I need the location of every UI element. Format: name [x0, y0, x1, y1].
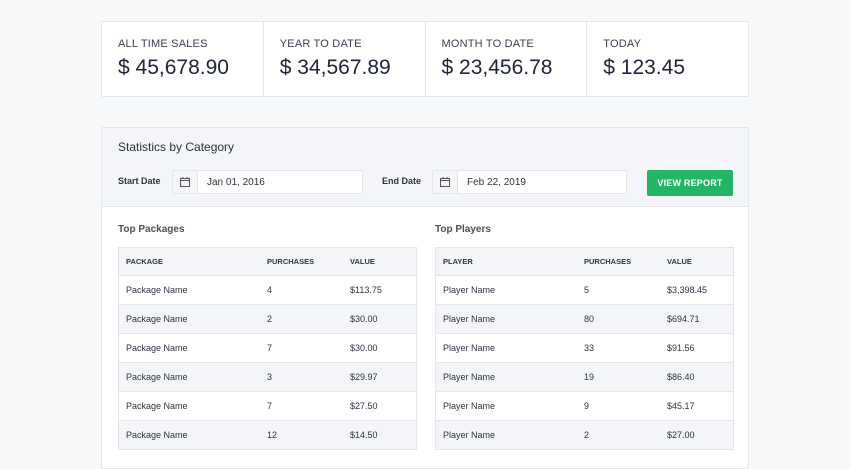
player-name-cell: Player Name [443, 401, 496, 411]
package-name-cell: Package Name [126, 430, 188, 440]
value-cell: $29.97 [350, 372, 378, 382]
top-players-table: PLAYER PURCHASES VALUE Player Name 5 $3,… [435, 247, 734, 450]
purchases-cell: 12 [267, 430, 278, 440]
value-cell: $694.71 [667, 314, 700, 324]
package-name-cell: Package Name [126, 343, 188, 353]
purchases-cell: 19 [584, 372, 595, 382]
purchases-cell: 2 [584, 430, 590, 440]
column-header: PURCHASES [584, 257, 632, 266]
panel-title: Statistics by Category [118, 140, 235, 154]
purchases-cell: 3 [267, 372, 273, 382]
player-name-cell: Player Name [443, 343, 496, 353]
top-packages-table: PACKAGE PURCHASES VALUE Package Name 4 $… [118, 247, 417, 450]
purchases-cell: 2 [267, 314, 273, 324]
statistics-panel: Statistics by Category Start Date Jan 01… [101, 127, 749, 469]
package-name-cell: Package Name [126, 314, 188, 324]
stat-month-to-date: MONTH TO DATE $ 23,456.78 [426, 22, 588, 96]
value-cell: $113.75 [350, 285, 382, 295]
column-header: PLAYER [443, 257, 473, 266]
value-cell: $27.00 [667, 430, 695, 440]
stats-summary-card: ALL TIME SALES $ 45,678.90 YEAR TO DATE … [101, 21, 749, 97]
purchases-cell: 7 [267, 343, 273, 353]
package-name-cell: Package Name [126, 401, 188, 411]
column-header: VALUE [350, 257, 375, 266]
stat-value: $ 23,456.78 [441, 56, 553, 79]
purchases-cell: 33 [584, 343, 595, 353]
stat-label: TODAY [603, 38, 642, 50]
calendar-icon[interactable] [433, 171, 458, 193]
table-row[interactable]: Package Name 7 $30.00 [119, 334, 416, 363]
end-date-field[interactable]: Feb 22, 2019 [432, 170, 627, 194]
value-cell: $91.56 [667, 343, 695, 353]
stat-label: YEAR TO DATE [279, 38, 362, 50]
purchases-cell: 5 [584, 285, 590, 295]
start-date-label: Start Date [118, 176, 161, 186]
table-row[interactable]: Package Name 3 $29.97 [119, 363, 416, 392]
table-row[interactable]: Player Name 33 $91.56 [436, 334, 733, 363]
stat-value: $ 45,678.90 [118, 56, 229, 79]
stat-all-time-sales: ALL TIME SALES $ 45,678.90 [102, 22, 264, 96]
player-name-cell: Player Name [443, 430, 496, 440]
stat-today: TODAY $ 123.45 [587, 22, 748, 96]
stat-value: $ 34,567.89 [279, 56, 391, 79]
table-header: PACKAGE PURCHASES VALUE [119, 248, 416, 276]
stat-label: ALL TIME SALES [118, 38, 208, 50]
purchases-cell: 7 [267, 401, 273, 411]
player-name-cell: Player Name [443, 314, 496, 324]
package-name-cell: Package Name [126, 285, 188, 295]
table-row[interactable]: Package Name 7 $27.50 [119, 392, 416, 421]
table-header: PLAYER PURCHASES VALUE [436, 248, 733, 276]
panel-header: Statistics by Category Start Date Jan 01… [102, 128, 748, 207]
table-row[interactable]: Player Name 2 $27.00 [436, 421, 733, 450]
value-cell: $45.17 [667, 401, 695, 411]
table-row[interactable]: Player Name 80 $694.71 [436, 305, 733, 334]
table-row[interactable]: Player Name 5 $3,398.45 [436, 276, 733, 305]
column-header: PACKAGE [126, 257, 163, 266]
table-row[interactable]: Player Name 9 $45.17 [436, 392, 733, 421]
purchases-cell: 80 [584, 314, 595, 324]
stat-label: MONTH TO DATE [441, 38, 534, 50]
value-cell: $27.50 [350, 401, 378, 411]
purchases-cell: 9 [584, 401, 590, 411]
value-cell: $3,398.45 [667, 285, 708, 295]
value-cell: $14.50 [350, 430, 378, 440]
column-header: PURCHASES [267, 257, 315, 266]
stat-value: $ 123.45 [603, 56, 685, 79]
value-cell: $30.00 [350, 343, 378, 353]
start-date-field[interactable]: Jan 01, 2016 [172, 170, 363, 194]
table-row[interactable]: Package Name 4 $113.75 [119, 276, 416, 305]
end-date-label: End Date [382, 176, 422, 186]
player-name-cell: Player Name [443, 372, 496, 382]
calendar-icon[interactable] [173, 171, 198, 193]
view-report-button[interactable]: VIEW REPORT [647, 170, 733, 196]
column-header: VALUE [667, 257, 692, 266]
table-row[interactable]: Player Name 19 $86.40 [436, 363, 733, 392]
start-date-value[interactable]: Jan 01, 2016 [198, 177, 265, 188]
purchases-cell: 4 [267, 285, 273, 295]
table-row[interactable]: Package Name 2 $30.00 [119, 305, 416, 334]
value-cell: $30.00 [350, 314, 378, 324]
player-name-cell: Player Name [443, 285, 496, 295]
end-date-value[interactable]: Feb 22, 2019 [458, 177, 526, 188]
top-packages-title: Top Packages [118, 224, 185, 235]
package-name-cell: Package Name [126, 372, 188, 382]
top-players-title: Top Players [435, 224, 491, 235]
table-row[interactable]: Package Name 12 $14.50 [119, 421, 416, 450]
value-cell: $86.40 [667, 372, 695, 382]
stat-year-to-date: YEAR TO DATE $ 34,567.89 [264, 22, 426, 96]
